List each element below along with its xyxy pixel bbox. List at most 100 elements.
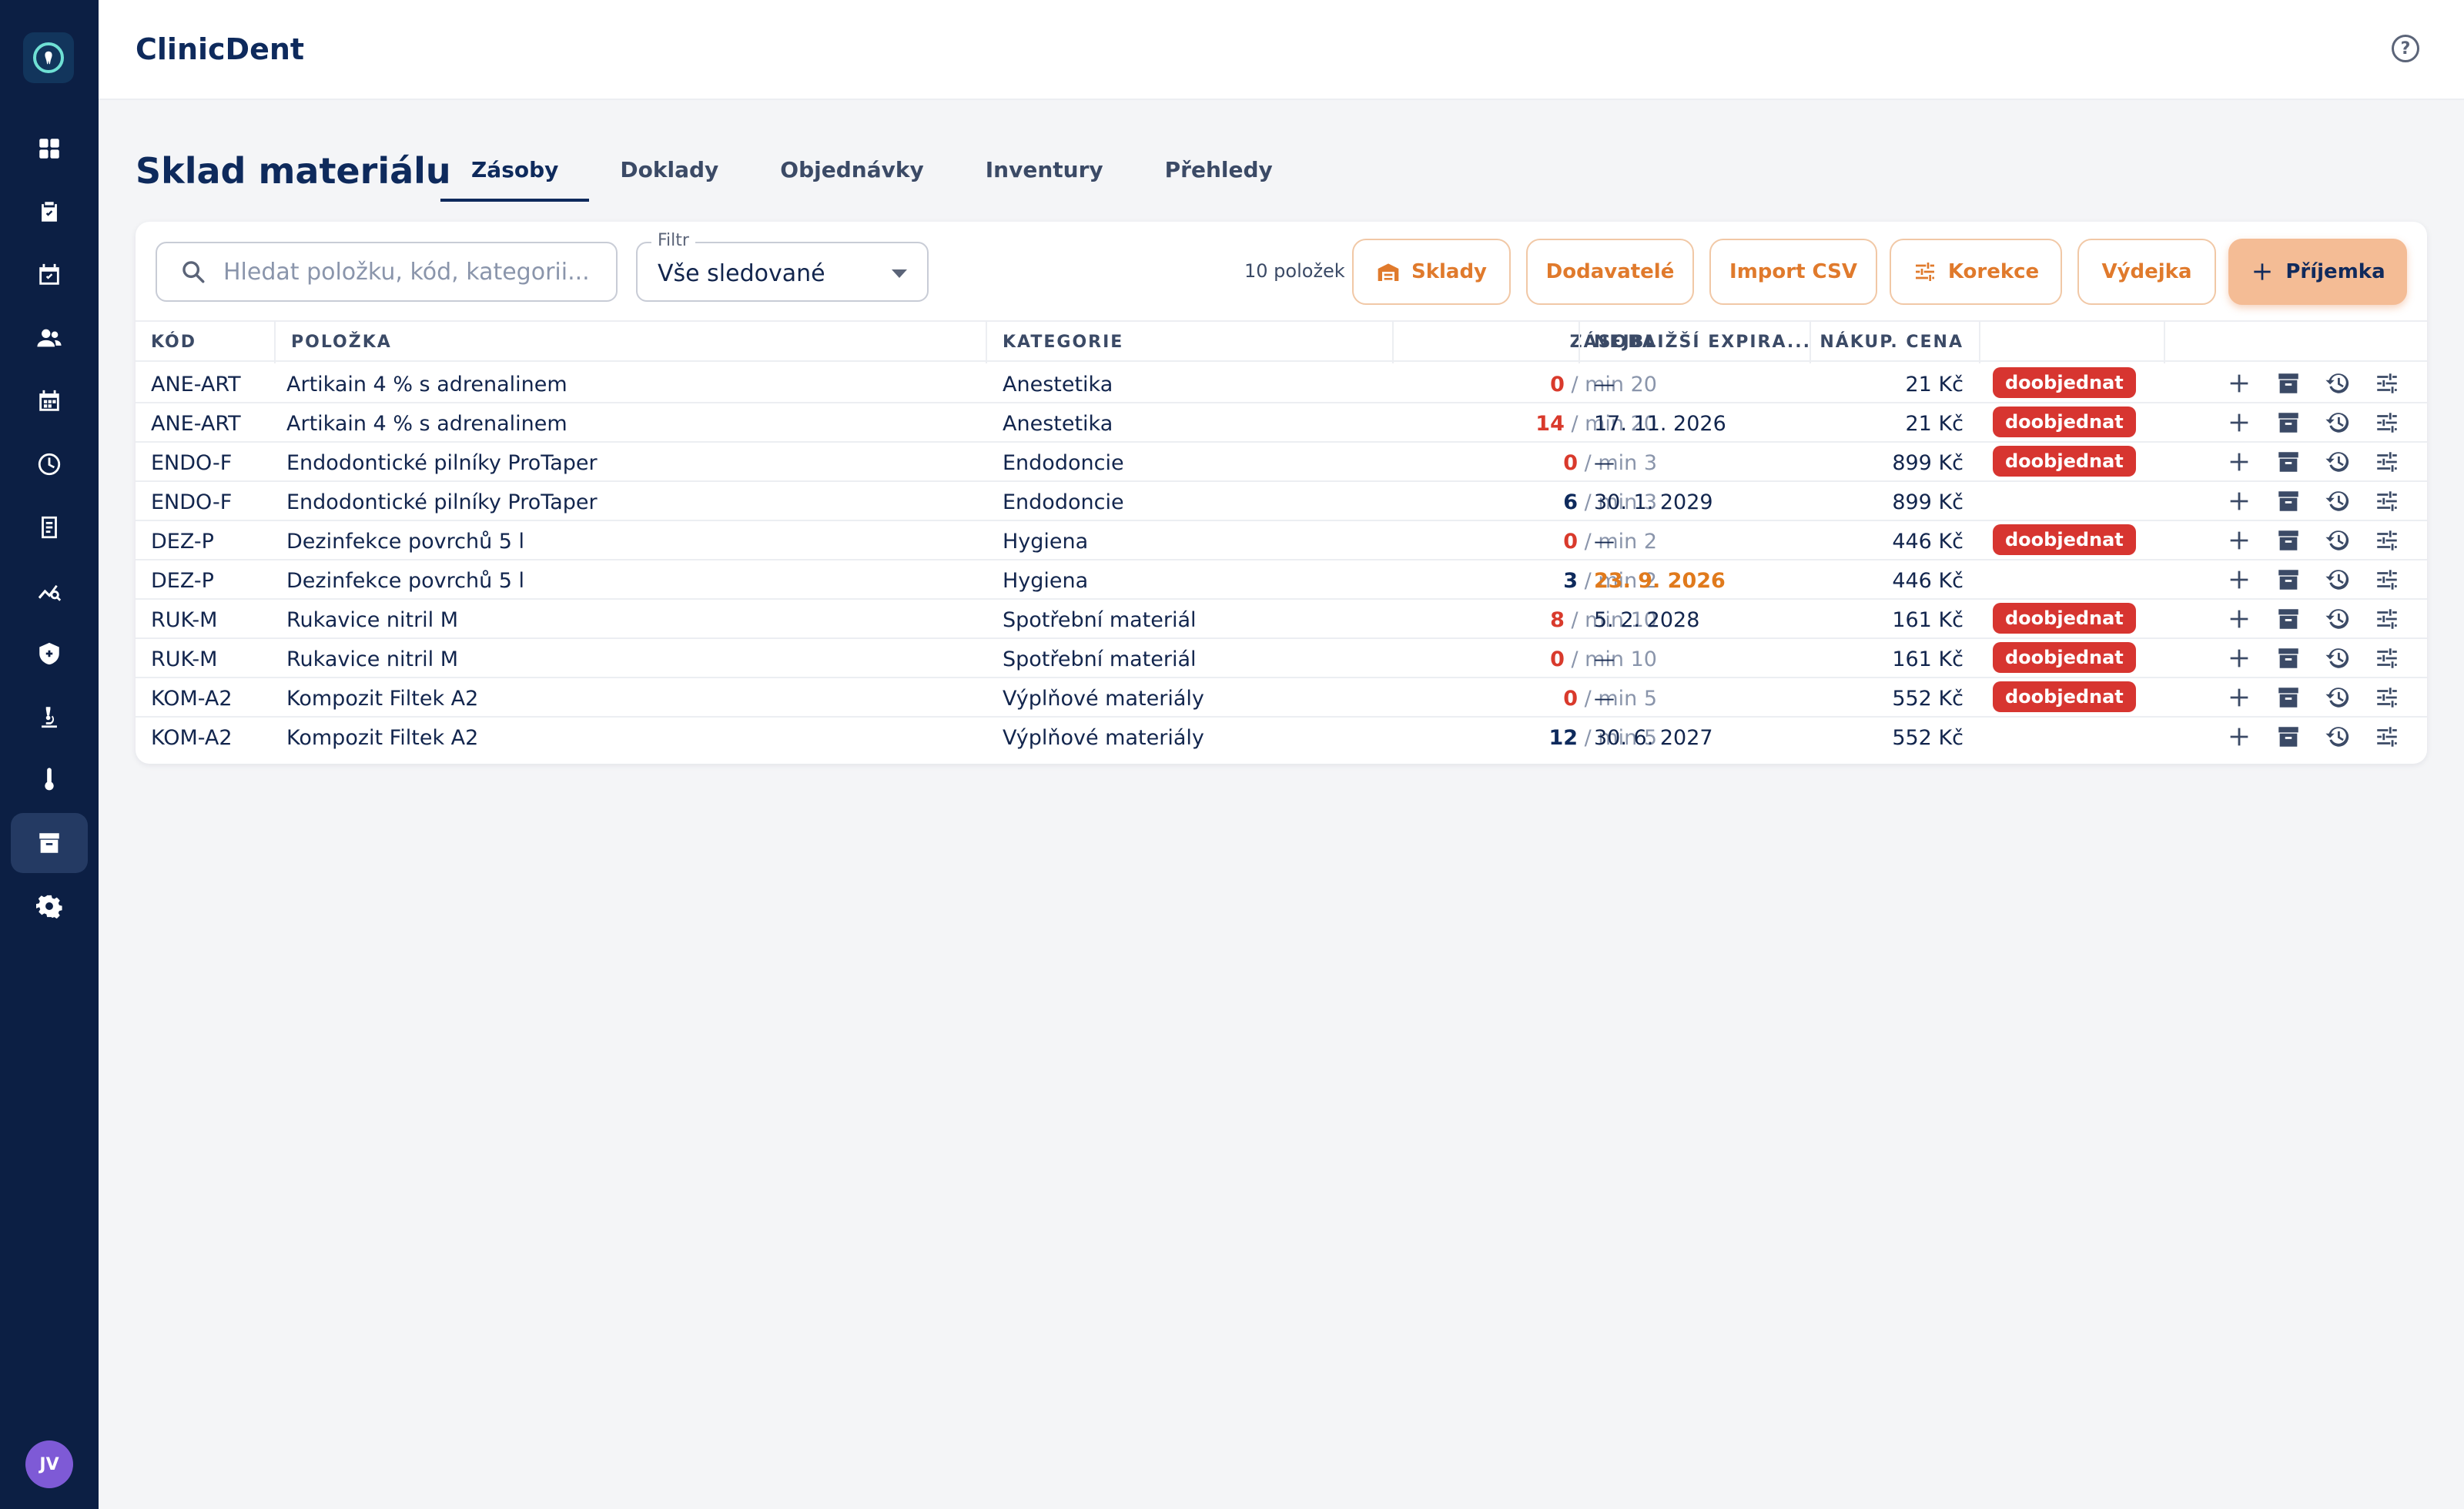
table-row[interactable]: ENDO-F Endodontické pilníky ProTaper Endod… [136,481,2427,521]
sliders-icon[interactable] [2373,448,2401,476]
nav-dashboard[interactable] [11,119,88,179]
plus-icon[interactable] [2225,566,2253,594]
receipt-label: Příjemka [2285,260,2385,283]
tooth-logo-icon [33,42,64,73]
nav-history[interactable] [11,434,88,494]
table-row[interactable]: RUK-M Rukavice nitril M Spotřební materiál… [136,638,2427,678]
table-row[interactable]: DEZ-P Dezinfekce povrchů 5 l Hygiena 3 / mi… [136,560,2427,600]
history-icon[interactable] [2324,566,2352,594]
issue-button[interactable]: Výdejka [2077,239,2216,305]
app-logo[interactable] [23,32,74,83]
table-row[interactable]: DEZ-P Dezinfekce povrchů 5 l Hygiena 0 / mi… [136,520,2427,560]
cell-code: ENDO-F [151,451,233,475]
header-expiry[interactable]: NEJBLIŽŠÍ EXPIRA... [1594,333,1811,352]
nav-patients[interactable] [11,308,88,368]
patients-icon [37,329,62,347]
nav-warehouse[interactable] [11,813,88,873]
help-icon[interactable]: ? [2392,35,2419,62]
receipt-button[interactable]: Příjemka [2228,239,2407,305]
history-icon[interactable] [2324,644,2352,672]
sliders-icon[interactable] [2373,684,2401,711]
plus-icon[interactable] [2225,487,2253,515]
table-row[interactable]: ANE-ART Artikain 4 % s adrenalinem Anestet… [136,403,2427,443]
history-icon[interactable] [2324,487,2352,515]
header-item[interactable]: POLOŽKA [291,333,392,352]
nav-settings[interactable] [11,876,88,936]
nav-appointments[interactable] [11,245,88,305]
history-icon[interactable] [2324,527,2352,554]
tab-documents[interactable]: Doklady [589,151,749,202]
archive-icon[interactable] [2275,409,2302,437]
nav-ledger[interactable] [11,497,88,557]
stock-quantity: 0 [1563,687,1578,711]
table-row[interactable]: ANE-ART Artikain 4 % s adrenalinem Anestet… [136,363,2427,403]
plus-icon[interactable] [2225,605,2253,633]
history-icon[interactable] [2324,409,2352,437]
chevron-down-icon [892,269,907,278]
user-avatar[interactable]: JV [25,1440,73,1488]
header-price[interactable]: NÁKUP. CENA [1820,333,1964,352]
microscope-icon [42,707,57,728]
warehouses-button[interactable]: Sklady [1352,239,1511,305]
plus-icon[interactable] [2225,644,2253,672]
tab-inventories[interactable]: Inventury [955,151,1134,202]
nav-sterilization[interactable] [11,750,88,810]
sliders-icon[interactable] [2373,723,2401,751]
tab-overviews[interactable]: Přehledy [1134,151,1304,202]
nav-calendar[interactable] [11,371,88,431]
nav-tasks[interactable] [11,182,88,242]
archive-icon[interactable] [2275,684,2302,711]
history-icon[interactable] [2324,684,2352,711]
history-icon[interactable] [2324,723,2352,751]
nav-lab[interactable] [11,687,88,747]
table-row[interactable]: RUK-M Rukavice nitril M Spotřební materiál… [136,599,2427,639]
nav-analytics[interactable] [11,560,88,621]
tab-stock[interactable]: Zásoby [440,151,590,202]
tab-orders[interactable]: Objednávky [749,151,954,202]
cell-category: Výplňové materiály [1003,687,1204,711]
sliders-icon[interactable] [2373,527,2401,554]
nav-security[interactable] [11,624,88,684]
plus-icon[interactable] [2225,448,2253,476]
plus-icon[interactable] [2225,370,2253,397]
archive-icon[interactable] [2275,723,2302,751]
sliders-icon[interactable] [2373,370,2401,397]
archive-icon[interactable] [2275,644,2302,672]
table-row[interactable]: KOM-A2 Kompozit Filtek A2 Výplňové materiá… [136,678,2427,718]
table-header: KÓD POLOŽKA KATEGORIE ZÁSOBA NEJBLIŽŠÍ E… [136,320,2427,363]
history-icon[interactable] [2324,605,2352,633]
archive-icon[interactable] [2275,487,2302,515]
search-box[interactable] [156,242,618,302]
plus-icon[interactable] [2225,684,2253,711]
correction-button[interactable]: Korekce [1890,239,2062,305]
search-input[interactable] [223,258,608,286]
sliders-icon[interactable] [2373,566,2401,594]
warehouse-icon [1378,263,1399,281]
sliders-icon[interactable] [2373,487,2401,515]
sliders-icon[interactable] [2373,644,2401,672]
sliders-icon[interactable] [2373,409,2401,437]
archive-icon[interactable] [2275,448,2302,476]
cell-price: 446 Kč [1892,569,1964,593]
history-icon[interactable] [2324,370,2352,397]
suppliers-button[interactable]: Dodavatelé [1526,239,1694,305]
cell-category: Spotřební materiál [1003,608,1197,632]
archive-icon[interactable] [2275,566,2302,594]
plus-icon[interactable] [2225,527,2253,554]
shield-icon [39,642,59,665]
table-row[interactable]: KOM-A2 Kompozit Filtek A2 Výplňové materiá… [136,717,2427,757]
table-row[interactable]: ENDO-F Endodontické pilníky ProTaper Endod… [136,442,2427,482]
archive-icon[interactable] [2275,527,2302,554]
sliders-icon[interactable] [2373,605,2401,633]
archive-icon[interactable] [2275,370,2302,397]
column-divider [2164,322,2165,363]
history-icon[interactable] [2324,448,2352,476]
plus-icon[interactable] [2225,723,2253,751]
plus-icon[interactable] [2225,409,2253,437]
archive-icon[interactable] [2275,605,2302,633]
header-category[interactable]: KATEGORIE [1003,333,1123,352]
header-code[interactable]: KÓD [151,333,196,352]
filter-select[interactable]: Filtr Vše sledované [636,231,929,302]
reorder-badge: doobjednat [1993,367,2136,398]
import-csv-button[interactable]: Import CSV [1709,239,1877,305]
